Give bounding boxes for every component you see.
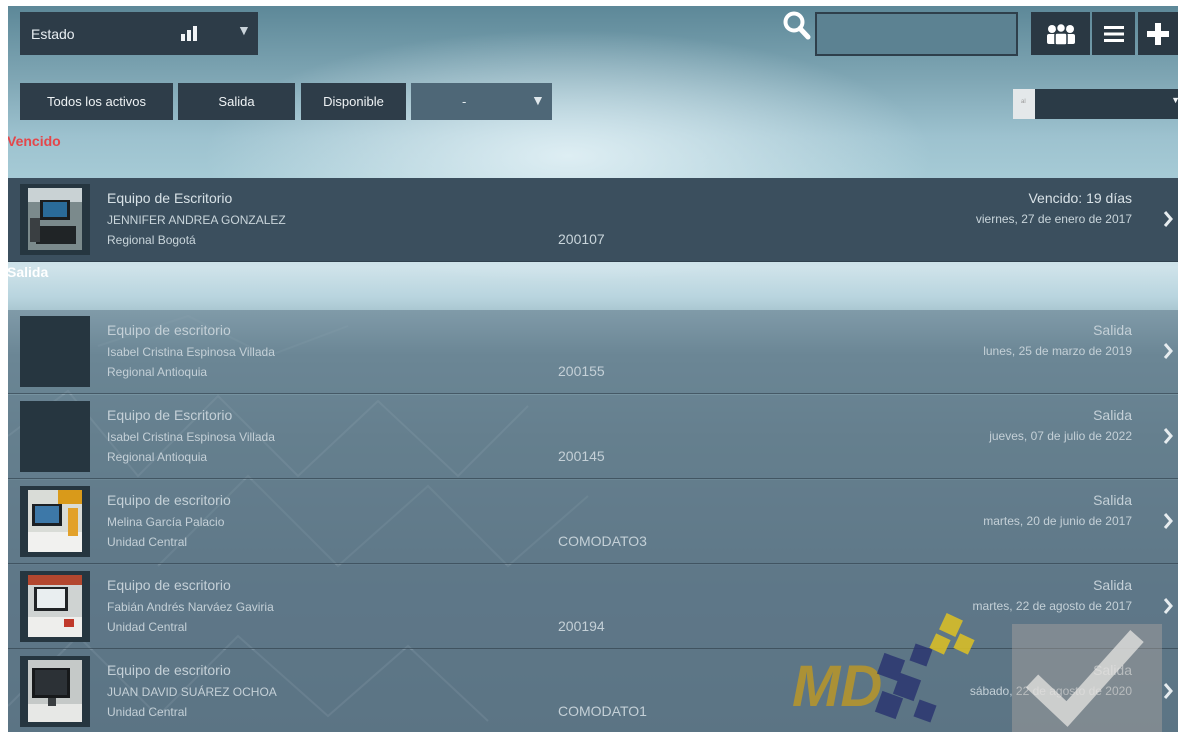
- triangle-down-icon: ▼: [237, 22, 251, 38]
- section-label-salida: Salida: [8, 264, 49, 280]
- asset-type: Equipo de Escritorio: [107, 407, 233, 423]
- hamburger-menu-icon: [1103, 25, 1124, 42]
- asset-status: Salida: [1093, 322, 1132, 338]
- list-item[interactable]: Equipo de escritorio Fabián Andrés Narvá…: [8, 565, 1178, 649]
- asset-date: martes, 22 de agosto de 2017: [972, 599, 1132, 613]
- asset-status: Vencido: 19 días: [1028, 190, 1132, 206]
- asset-thumbnail: [20, 316, 90, 387]
- triangle-down-icon: ▼: [531, 92, 545, 108]
- asset-code: 200145: [558, 448, 605, 464]
- list-item[interactable]: Equipo de escritorio JUAN DAVID SUÁREZ O…: [8, 650, 1178, 732]
- list-item[interactable]: Equipo de Escritorio JENNIFER ANDREA GON…: [8, 178, 1178, 262]
- asset-person: Fabián Andrés Narváez Gaviria: [107, 600, 274, 614]
- menu-button[interactable]: [1092, 12, 1135, 55]
- chevron-right-icon[interactable]: [1163, 513, 1173, 529]
- chevron-right-icon[interactable]: [1163, 428, 1173, 444]
- asset-code: 200107: [558, 231, 605, 247]
- right-select[interactable]: al ▼: [1013, 89, 1178, 119]
- search-input[interactable]: [815, 12, 1018, 56]
- chevron-right-icon[interactable]: [1163, 211, 1173, 227]
- asset-person: Isabel Cristina Espinosa Villada: [107, 345, 275, 359]
- list-item[interactable]: Equipo de escritorio Melina García Palac…: [8, 480, 1178, 564]
- asset-date: jueves, 07 de julio de 2022: [989, 429, 1132, 443]
- asset-region: Regional Antioquia: [107, 365, 208, 379]
- bar-chart-icon: [181, 26, 197, 41]
- asset-thumbnail: [20, 401, 90, 472]
- app-window: Estado ▼ Todos los activos Salida Dispon…: [8, 6, 1178, 732]
- asset-thumbnail: [20, 184, 90, 255]
- triangle-down-icon: ▼: [1171, 95, 1178, 105]
- dash-select[interactable]: - ▼: [411, 83, 552, 120]
- broken-image-icon: al: [1013, 89, 1035, 119]
- computer-photo: [28, 490, 82, 552]
- asset-region: Regional Bogotá: [107, 233, 196, 247]
- asset-region: Regional Antioquia: [107, 450, 208, 464]
- asset-date: martes, 20 de junio de 2017: [983, 514, 1132, 528]
- asset-region: Unidad Central: [107, 535, 188, 549]
- add-button[interactable]: [1138, 12, 1178, 55]
- asset-thumbnail: [20, 656, 90, 727]
- asset-person: JUAN DAVID SUÁREZ OCHOA: [107, 685, 277, 699]
- filter-salida-button[interactable]: Salida: [178, 83, 295, 120]
- asset-status: Salida: [1093, 662, 1132, 678]
- asset-date: lunes, 25 de marzo de 2019: [983, 344, 1132, 358]
- top-bar: Estado ▼: [8, 6, 1178, 64]
- asset-date: viernes, 27 de enero de 2017: [975, 212, 1132, 226]
- asset-person: Isabel Cristina Espinosa Villada: [107, 430, 275, 444]
- asset-type: Equipo de escritorio: [107, 662, 231, 678]
- users-button[interactable]: [1031, 12, 1090, 55]
- asset-type: Equipo de escritorio: [107, 492, 231, 508]
- list-item[interactable]: Equipo de escritorio Isabel Cristina Esp…: [8, 310, 1178, 394]
- asset-date: sábado, 22 de agosto de 2020: [969, 684, 1132, 698]
- asset-person: JENNIFER ANDREA GONZALEZ: [107, 213, 286, 227]
- chevron-right-icon[interactable]: [1163, 598, 1173, 614]
- asset-type: Equipo de escritorio: [107, 577, 231, 593]
- asset-thumbnail: [20, 571, 90, 642]
- estado-select[interactable]: Estado ▼: [20, 12, 258, 55]
- asset-region: Unidad Central: [107, 620, 188, 634]
- filter-all-button[interactable]: Todos los activos: [20, 83, 173, 120]
- asset-code: COMODATO1: [558, 703, 647, 719]
- asset-status: Salida: [1093, 577, 1132, 593]
- asset-code: 200194: [558, 618, 605, 634]
- section-label-vencido: Vencido: [8, 133, 61, 149]
- asset-type: Equipo de Escritorio: [107, 190, 233, 206]
- asset-person: Melina García Palacio: [107, 515, 225, 529]
- list-item[interactable]: Equipo de Escritorio Isabel Cristina Esp…: [8, 395, 1178, 479]
- chevron-right-icon[interactable]: [1163, 683, 1173, 699]
- asset-type: Equipo de escritorio: [107, 322, 231, 338]
- users-icon: [1046, 22, 1075, 45]
- chevron-right-icon[interactable]: [1163, 343, 1173, 359]
- computer-photo: [28, 188, 82, 250]
- computer-photo: [28, 575, 82, 637]
- plus-icon: [1147, 22, 1169, 45]
- asset-status: Salida: [1093, 407, 1132, 423]
- computer-photo: [28, 660, 82, 722]
- dash-select-value: -: [462, 94, 467, 109]
- filter-disponible-button[interactable]: Disponible: [301, 83, 406, 120]
- asset-code: 200155: [558, 363, 605, 379]
- asset-status: Salida: [1093, 492, 1132, 508]
- search-icon[interactable]: [781, 10, 813, 42]
- asset-region: Unidad Central: [107, 705, 188, 719]
- estado-select-label: Estado: [31, 25, 75, 42]
- asset-thumbnail: [20, 486, 90, 557]
- asset-code: COMODATO3: [558, 533, 647, 549]
